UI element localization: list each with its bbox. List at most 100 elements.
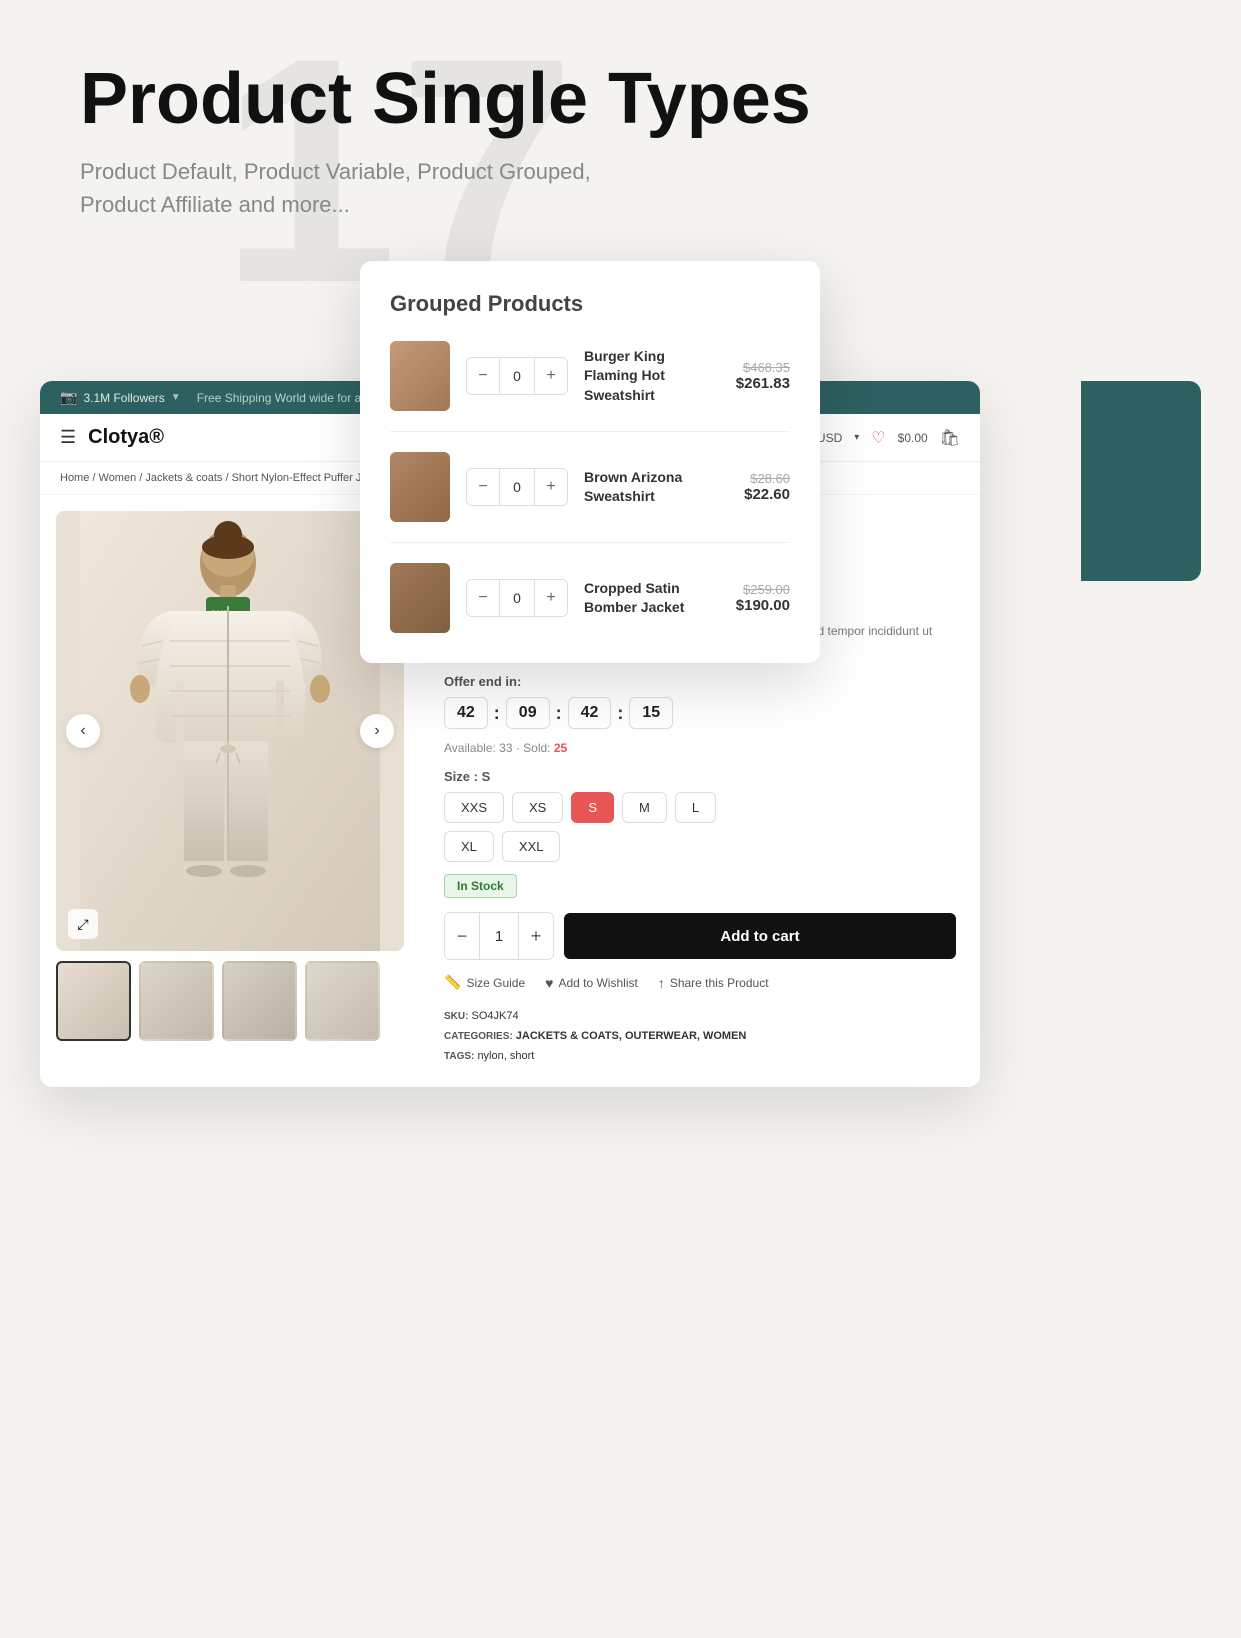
grouped-item: − 0 + Burger King Flaming Hot Sweatshirt… [390,341,790,432]
grouped-item-info-1: Burger King Flaming Hot Sweatshirt [584,347,720,406]
size-btn-xxl[interactable]: XXL [502,831,561,862]
tags-row: Tags: nylon, short [444,1047,956,1067]
qty-plus-btn-1[interactable]: + [535,358,567,394]
grouped-item-name-1: Burger King Flaming Hot Sweatshirt [584,347,720,406]
chevron-down-icon: ▾ [854,432,859,443]
qty-control-3: − 0 + [466,579,568,617]
size-btn-xs[interactable]: XS [512,792,563,823]
expand-btn[interactable]: ⤢ [68,909,98,939]
currency-selector[interactable]: USD [817,431,842,445]
price-sale-1: $261.83 [736,375,790,392]
price-original-3: $259.00 [736,582,790,597]
size-buttons-row2: XL XXL [444,831,956,862]
qty-display-1: 0 [499,358,535,394]
product-thumbnail-2 [390,452,450,522]
qty-plus-btn-3[interactable]: + [535,580,567,616]
add-to-cart-row: − 1 + Add to cart [444,912,956,960]
hero-title: Product Single Types [80,60,1161,139]
size-guide-link[interactable]: 📏 Size Guide [444,974,525,991]
countdown-hours: 42 [444,697,488,729]
qty-decrease-btn[interactable]: − [445,913,479,959]
chevron-left-icon: ‹ [80,722,85,740]
gallery-next-btn[interactable]: › [360,714,394,748]
chevron-right-icon: › [374,722,379,740]
categories-row: Categories: JACKETS & COATS, OUTERWEAR, … [444,1027,956,1047]
size-btn-l[interactable]: L [675,792,716,823]
grouped-item-prices-3: $259.00 $190.00 [736,582,790,614]
price-original-1: $468.35 [736,360,790,375]
size-btn-xl[interactable]: XL [444,831,494,862]
grouped-item-prices-2: $28.60 $22.60 [744,471,790,503]
size-buttons: XXS XS S M L [444,792,956,823]
countdown-sep-2: : [556,703,562,724]
thumbnail-3[interactable] [222,961,297,1041]
size-btn-s[interactable]: S [571,792,614,823]
thumbnail-2[interactable] [139,961,214,1041]
product-thumbnail-3 [390,563,450,633]
thumbnail-4[interactable] [305,961,380,1041]
share-product-link[interactable]: ↑ Share this Product [658,975,769,991]
cart-icon[interactable]: 🛍 [940,428,960,448]
grouped-item-name-2: Brown Arizona Sweatshirt [584,468,728,507]
social-followers: 📷 3.1M Followers ▼ [60,389,181,406]
action-row: 📏 Size Guide ♥ Add to Wishlist ↑ Share t… [444,974,956,991]
quantity-control: − 1 + [444,912,554,960]
hero-subtitle: Product Default, Product Variable, Produ… [80,155,1161,221]
product-thumbnail-1 [390,341,450,411]
price-sale-3: $190.00 [736,597,790,614]
grouped-item-info-3: Cropped Satin Bomber Jacket [584,579,720,618]
countdown-timer: 42 : 09 : 42 : 15 [444,697,956,729]
countdown-ms: 15 [629,697,673,729]
size-label: Size : S [444,769,956,784]
thumbnail-1[interactable] [56,961,131,1041]
qty-control-1: − 0 + [466,357,568,395]
countdown-sep-1: : [494,703,500,724]
hero-section: 17 Product Single Types Product Default,… [0,0,1241,261]
price-sale-2: $22.60 [744,486,790,503]
qty-display-2: 0 [499,469,535,505]
sku-row: SKU: SO4JK74 [444,1007,956,1027]
grouped-item-info-2: Brown Arizona Sweatshirt [584,468,728,507]
qty-control-2: − 0 + [466,468,568,506]
right-overlay [1081,381,1201,581]
grouped-item: − 0 + Brown Arizona Sweatshirt $28.60 $2… [390,452,790,543]
wishlist-icon[interactable]: ♡ [871,428,885,448]
qty-minus-btn-2[interactable]: − [467,469,499,505]
store-logo[interactable]: Clotya® [88,426,164,449]
hamburger-icon[interactable]: ☰ [60,427,76,448]
countdown-sep-3: : [617,703,623,724]
qty-minus-btn-1[interactable]: − [467,358,499,394]
quantity-display: 1 [479,913,519,959]
in-stock-badge: In Stock [444,874,517,898]
nav-left: ☰ Clotya® [60,426,176,449]
heart-icon: ♥ [545,975,553,991]
qty-minus-btn-3[interactable]: − [467,580,499,616]
grouped-popup: Grouped Products − 0 + Burger King Flami… [360,261,820,663]
offer-label: Offer end in: [444,674,956,689]
grouped-item-prices-1: $468.35 $261.83 [736,360,790,392]
thumbnail-row [56,961,404,1041]
add-to-cart-btn[interactable]: Add to cart [564,913,956,959]
product-area: Grouped Products − 0 + Burger King Flami… [40,261,1201,1361]
qty-plus-btn-2[interactable]: + [535,469,567,505]
share-icon: ↑ [658,975,665,991]
stock-info: Available: 33 · Sold: 25 [444,741,956,755]
grouped-item: − 0 + Cropped Satin Bomber Jacket $259.0… [390,563,790,633]
gallery-prev-btn[interactable]: ‹ [66,714,100,748]
main-product-image: OYA O MYS [56,511,404,951]
product-image-svg: OYA O MYS [80,511,380,951]
size-btn-m[interactable]: M [622,792,667,823]
right-overlay-content [1081,381,1201,401]
size-guide-icon: 📏 [444,974,461,991]
product-meta: SKU: SO4JK74 Categories: JACKETS & COATS… [444,1007,956,1066]
countdown-minutes: 09 [506,697,550,729]
cart-total[interactable]: $0.00 [898,431,928,445]
qty-display-3: 0 [499,580,535,616]
add-to-wishlist-link[interactable]: ♥ Add to Wishlist [545,975,638,991]
grouped-popup-title: Grouped Products [390,291,790,317]
size-btn-xxs[interactable]: XXS [444,792,504,823]
instagram-icon: 📷 [60,389,77,406]
price-original-2: $28.60 [744,471,790,486]
countdown-seconds: 42 [568,697,612,729]
qty-increase-btn[interactable]: + [519,913,553,959]
